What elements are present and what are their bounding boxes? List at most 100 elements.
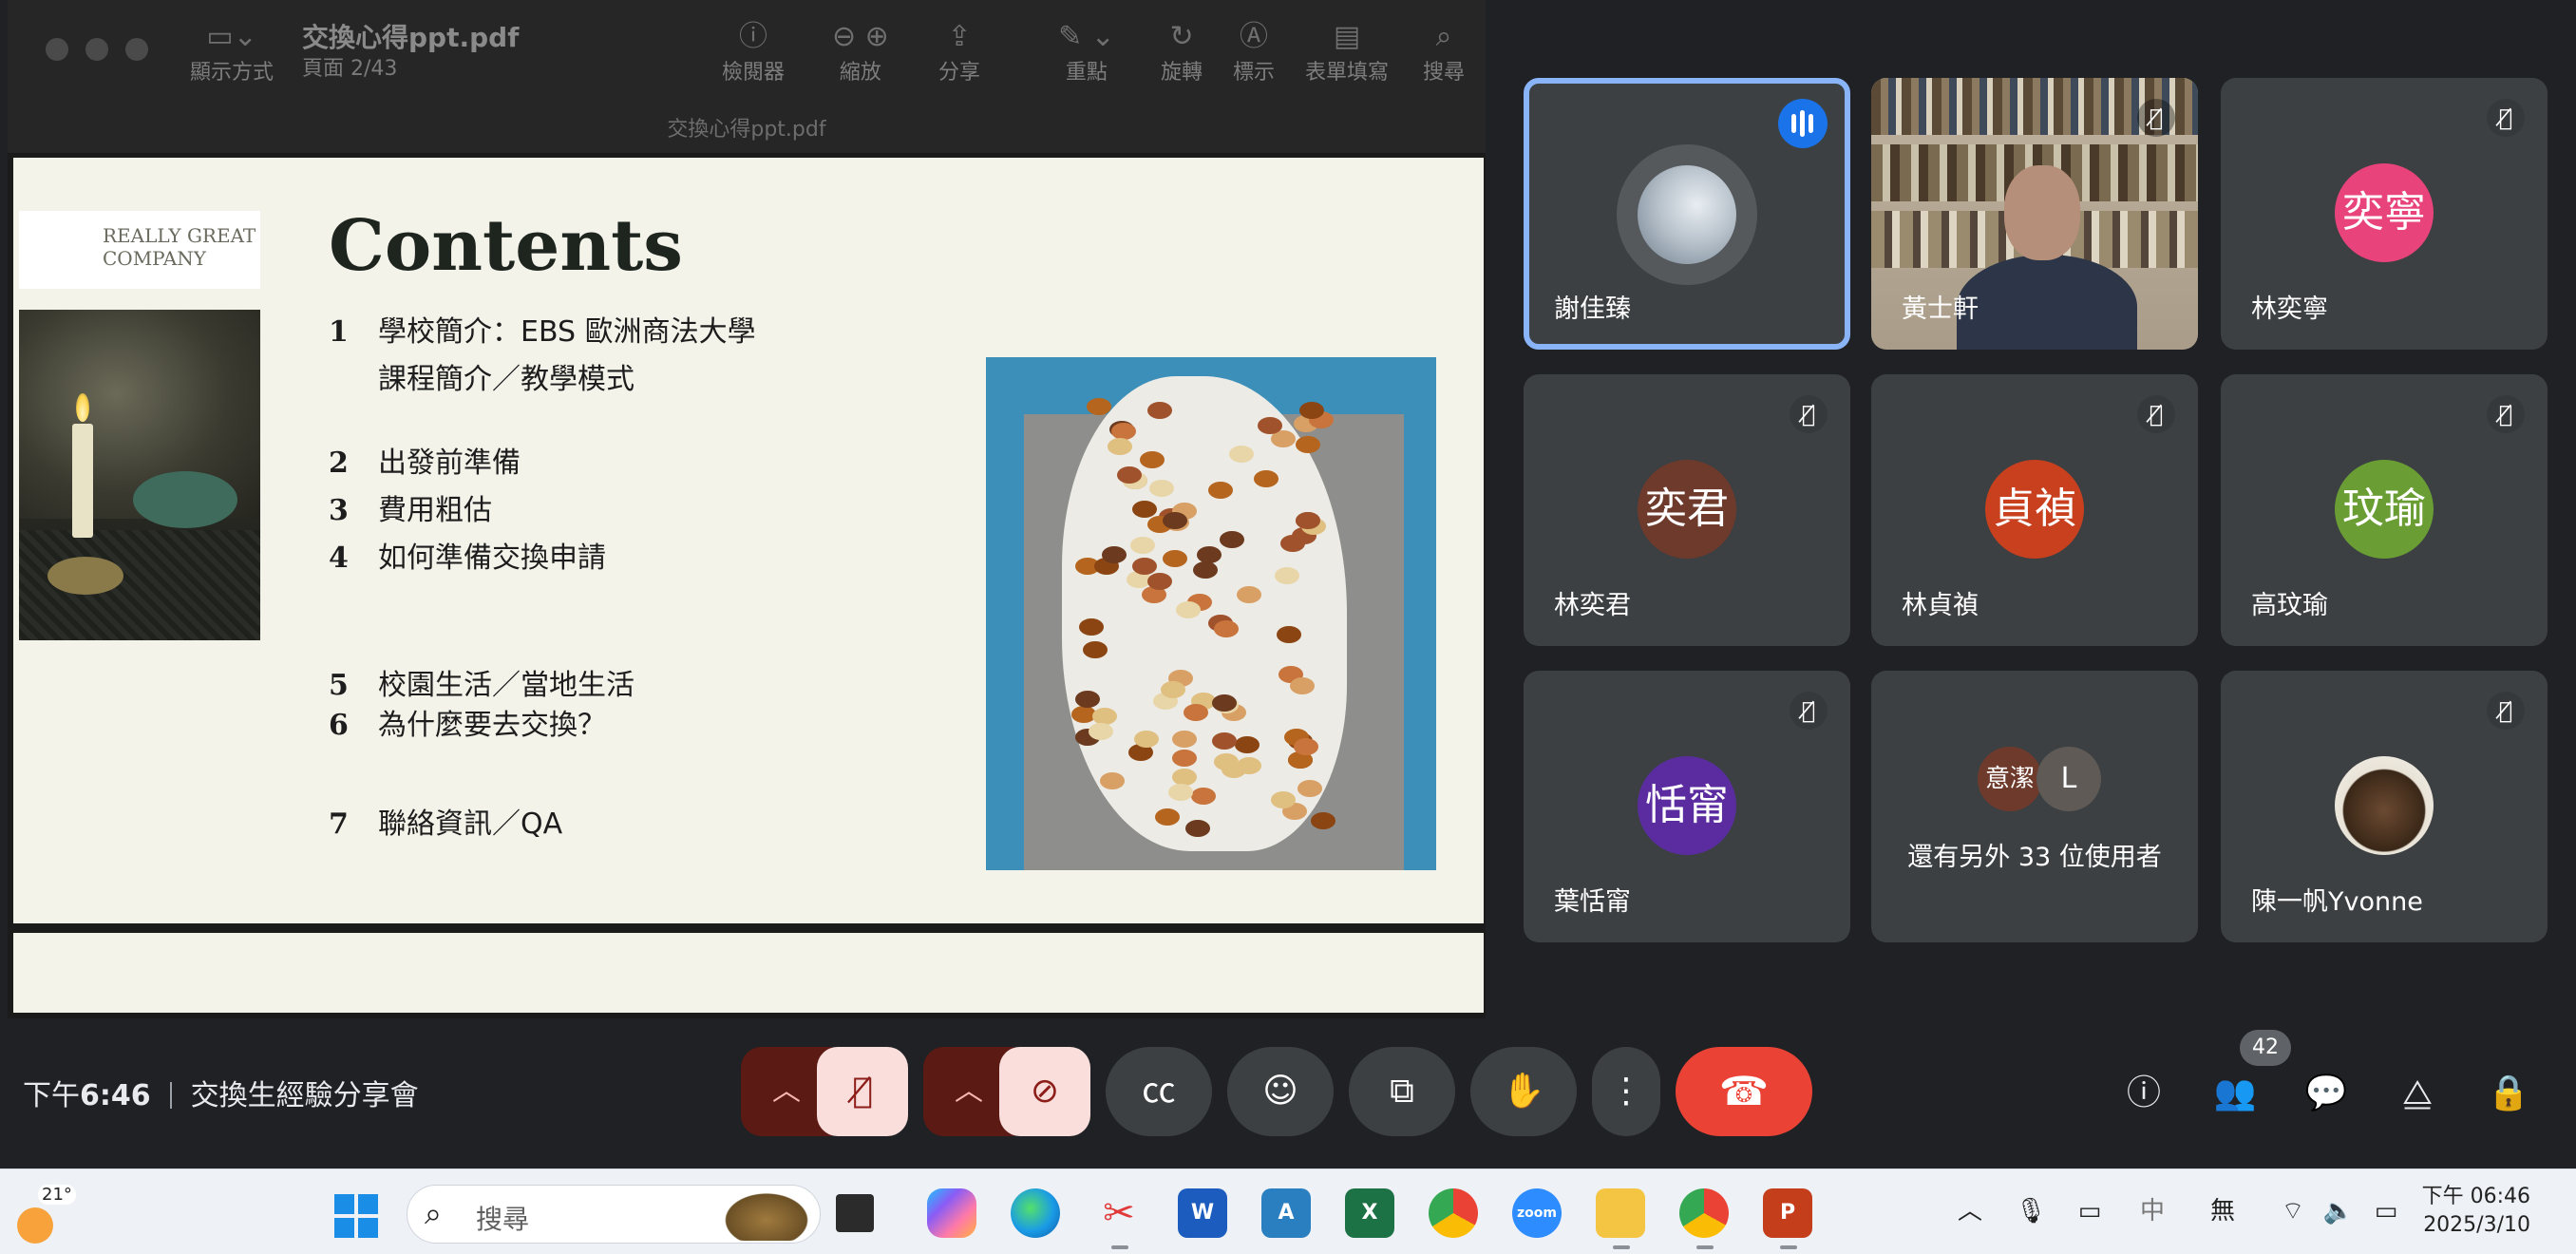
food-illustration (1294, 738, 1318, 755)
file-explorer-icon[interactable] (1596, 1188, 1645, 1238)
microphone-toggle-button[interactable]: 🎙̸ (817, 1047, 908, 1136)
food-illustration (1130, 537, 1155, 554)
host-controls-button[interactable]: 🔒 (2485, 1070, 2532, 1117)
close-window-icon[interactable] (46, 38, 68, 61)
tablet-icon[interactable]: ▭ (2071, 1192, 2109, 1230)
task-view-icon[interactable] (836, 1194, 874, 1232)
wifi-icon[interactable]: ⌔ (2274, 1192, 2312, 1230)
start-button[interactable] (334, 1194, 378, 1238)
taskbar-search[interactable]: ⌕ 搜尋 (407, 1185, 821, 1244)
weather-widget[interactable]: 21° (17, 1183, 76, 1244)
food-illustration (1214, 753, 1239, 770)
chat-button[interactable]: 💬 (2302, 1070, 2350, 1117)
system-clock[interactable]: 下午 06:46 2025/3/10 (2422, 1183, 2530, 1240)
participant-tile[interactable]: 🎙̸ 玟瑜 高玟瑜 (2221, 374, 2548, 646)
chevron-up-icon: ︿ (772, 1074, 801, 1108)
participant-name: 林奕寧 (2251, 294, 2328, 324)
chevron-up-icon[interactable]: ︿ (1951, 1192, 1989, 1230)
view-mode-button[interactable]: ▭⌄ 顯示方式 (190, 19, 274, 86)
participant-tile[interactable]: 🎙̸ 奕君 林奕君 (1524, 374, 1850, 646)
participant-name: 高玟瑜 (2251, 591, 2328, 620)
participant-tile[interactable]: 謝佳臻 (1524, 78, 1850, 350)
more-options-button[interactable]: ⋮ (1592, 1047, 1660, 1136)
share-button[interactable]: ⇪ 分享 (938, 19, 980, 86)
camera-toggle-button[interactable]: ⊘ (999, 1047, 1090, 1136)
taskbar: 21° ⌕ 搜尋 ✂ W A X zoom P ︿ 🎙 ▭ 中 無 ⌔ 🔈 ▭ … (0, 1168, 2576, 1254)
captions-button[interactable]: ㏄ (1106, 1047, 1212, 1136)
reactions-button[interactable]: ☺ (1227, 1047, 1334, 1136)
mic-off-icon: 🎙̸ (1790, 395, 1828, 433)
food-illustration (1311, 812, 1335, 829)
avatar (2335, 756, 2434, 855)
present-button[interactable]: ⧉ (1349, 1047, 1455, 1136)
meeting-details-button[interactable]: ⓘ (2120, 1070, 2168, 1117)
chrome-icon[interactable] (1429, 1188, 1478, 1238)
toc-item: 2 出發前準備 (329, 446, 521, 480)
search-placeholder: 搜尋 (476, 1204, 530, 1235)
hang-up-icon: ☎ (1718, 1068, 1770, 1114)
zoom-icon[interactable]: zoom (1512, 1188, 1562, 1238)
sidebar-icon: ▭⌄ (206, 20, 257, 53)
minimize-window-icon[interactable] (85, 38, 108, 61)
food-illustration (1102, 546, 1127, 563)
food-illustration (1275, 567, 1299, 584)
microphone-icon[interactable]: 🎙 (2012, 1192, 2050, 1230)
people-icon: 👥 (2213, 1074, 2257, 1112)
food-illustration (1185, 820, 1210, 837)
powerpoint-icon[interactable]: P (1763, 1188, 1812, 1238)
participant-tile[interactable]: 🎙̸ 奕寧 林奕寧 (2221, 78, 2548, 350)
participant-tile[interactable]: 🎙̸ 陳一帆Yvonne (2221, 671, 2548, 942)
info-icon: ⓘ (739, 20, 767, 53)
food-illustration (1083, 641, 1108, 658)
snipping-tool-icon[interactable]: ✂ (1094, 1188, 1144, 1238)
food-illustration (1079, 618, 1104, 636)
temperature: 21° (38, 1185, 76, 1205)
search-button[interactable]: ⌕ 搜尋 (1423, 19, 1465, 86)
chrome-profile-icon[interactable] (1679, 1188, 1729, 1238)
inspector-button[interactable]: ⓘ 檢閱器 (722, 19, 785, 86)
participant-tile[interactable]: 🎙̸ 貞禎 林貞禎 (1871, 374, 2198, 646)
markup-button[interactable]: Ⓐ 標示 (1233, 19, 1275, 86)
participant-tile[interactable]: 🎙̸ 恬甯 葉恬甯 (1524, 671, 1850, 942)
volume-icon[interactable]: 🔈 (2320, 1192, 2358, 1230)
next-slide-page (13, 933, 1484, 1013)
maximize-window-icon[interactable] (125, 38, 148, 61)
markup-icon: Ⓐ (1240, 20, 1268, 53)
zoom-button[interactable]: ⊖ ⊕ 縮放 (832, 19, 889, 86)
slide-page: REALLY GREAT COMPANY Contents 1 學校簡介：EBS … (13, 158, 1484, 923)
pdf-toolbar: ▭⌄ 顯示方式 交換心得ppt.pdf 頁面 2/43 ⓘ 檢閱器 ⊖ ⊕ 縮放… (8, 0, 1486, 154)
food-illustration (1092, 708, 1117, 725)
food-illustration (1168, 784, 1193, 801)
lock-person-icon: 🔒 (2487, 1074, 2530, 1112)
participant-name: 黃士軒 (1902, 294, 1979, 324)
highlight-button[interactable]: ✎ ⌄ 重點 (1058, 19, 1115, 86)
copilot-icon[interactable] (927, 1188, 976, 1238)
captions-icon: ㏄ (1141, 1072, 1176, 1111)
participant-tile[interactable]: 🎙̸ 黃士軒 (1871, 78, 2198, 350)
food-illustration (1197, 546, 1222, 563)
search-highlight-image (719, 1189, 814, 1241)
food-illustration (1172, 750, 1197, 767)
food-illustration (1172, 769, 1197, 786)
word-icon[interactable]: W (1178, 1188, 1227, 1238)
toc-item: 課程簡介／教學模式 (378, 363, 635, 396)
ime-mode-indicator[interactable]: 無 (2204, 1192, 2242, 1230)
form-fill-button[interactable]: ▤ 表單填寫 (1305, 19, 1389, 86)
activities-button[interactable]: ⧋ (2394, 1070, 2441, 1117)
avatar-group: 意潔 L (1978, 747, 2101, 815)
people-button[interactable]: 👥 (2211, 1070, 2259, 1117)
meeting-title: 交換生經驗分享會 (190, 1079, 419, 1112)
present-screen-icon: ⧉ (1390, 1072, 1414, 1111)
toc-item: 5 校園生活／當地生活 (329, 669, 635, 702)
photos-app-icon[interactable]: A (1261, 1188, 1311, 1238)
battery-icon[interactable]: ▭ (2367, 1192, 2405, 1230)
edge-icon[interactable] (1011, 1188, 1060, 1238)
excel-icon[interactable]: X (1345, 1188, 1394, 1238)
leave-call-button[interactable]: ☎ (1676, 1047, 1812, 1136)
raise-hand-button[interactable]: ✋ (1470, 1047, 1577, 1136)
rotate-button[interactable]: ↻ 旋轉 (1161, 19, 1203, 86)
mic-off-icon: 🎙̸ (852, 1072, 873, 1111)
ime-language-indicator[interactable]: 中 (2133, 1192, 2171, 1230)
food-illustration (1147, 402, 1172, 419)
more-participants-tile[interactable]: 意潔 L 還有另外 33 位使用者 (1871, 671, 2198, 942)
